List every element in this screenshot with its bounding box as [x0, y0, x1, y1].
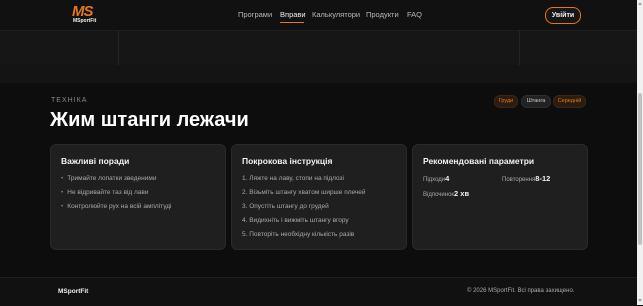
- site-header: MS MSportFit Програми Вправи Калькулятор…: [0, 0, 637, 31]
- list-item: • Не відривайте таз від лави: [61, 189, 149, 196]
- active-nav-indicator: [280, 22, 304, 23]
- footer-copyright: © 2026 MSportFit. Всі права захищено.: [467, 288, 575, 294]
- list-item: 4. Видихніть і вижміть штангу вгору: [242, 217, 349, 224]
- param-sets: Підходи4: [423, 174, 450, 183]
- nav-item-calculators[interactable]: Калькулятори: [312, 10, 360, 19]
- card-title: Рекомендовані параметри: [423, 156, 535, 166]
- scroll-up-icon[interactable]: [638, 2, 642, 5]
- card-title: Важливі поради: [61, 156, 130, 166]
- nav-item-programs[interactable]: Програми: [238, 10, 272, 19]
- list-item: 1. Ляжте на лаву, стопи на підлозі: [242, 175, 344, 182]
- list-item: 5. Повторіть необхідну кількість разів: [242, 231, 355, 238]
- list-item: • Контролюйте рух на всій амплітуді: [61, 203, 172, 210]
- logo[interactable]: MS MSportFit: [72, 3, 100, 26]
- param-rest: Відпочинок2 хв: [423, 189, 470, 198]
- steps-list: 1. Ляжте на лаву, стопи на підлозі 2. Ві…: [242, 174, 366, 244]
- card-title: Покрокова інструкція: [242, 156, 333, 166]
- tips-list: • Тримайте лопатки зведеними • Не відривай…: [61, 174, 172, 216]
- nav-item-exercises[interactable]: Вправи: [280, 10, 306, 19]
- tag-equipment: Штанга: [521, 95, 551, 108]
- tag-muscle-group: Груди: [494, 95, 518, 108]
- list-item: 3. Опустіть штангу до грудей: [242, 203, 329, 210]
- tag-difficulty: Середній: [553, 95, 586, 108]
- footer-brand[interactable]: MSportFit: [58, 288, 88, 295]
- param-reps: Повторення8-12: [502, 174, 551, 183]
- divider: [118, 31, 119, 65]
- steps-card: Покрокова інструкція 1. Ляжте на лаву, с…: [231, 144, 407, 250]
- section-eyebrow: ТЕХНІКА: [51, 97, 88, 104]
- scrollbar-thumb[interactable]: [638, 93, 642, 245]
- list-item: • Тримайте лопатки зведеними: [61, 175, 157, 182]
- hero-section: [0, 31, 637, 83]
- nav-item-products[interactable]: Продукти: [366, 10, 399, 19]
- hero-bottom-band: [0, 65, 637, 83]
- nav-item-faq[interactable]: FAQ: [407, 10, 422, 19]
- params-card: Рекомендовані параметри Підходи4 Повторе…: [412, 144, 588, 250]
- site-footer: MSportFit © 2026 MSportFit. Всі права за…: [0, 277, 637, 306]
- login-button[interactable]: Увійти: [545, 7, 581, 24]
- list-item: 2. Візьміть штангу хватом ширше плечей: [242, 189, 366, 196]
- scroll-down-icon[interactable]: [638, 299, 642, 302]
- divider: [519, 31, 520, 65]
- logo-text: MSportFit: [73, 18, 97, 24]
- tips-card: Важливі поради • Тримайте лопатки зведени…: [50, 144, 226, 250]
- page-title: Жим штанги лежачи: [50, 109, 249, 131]
